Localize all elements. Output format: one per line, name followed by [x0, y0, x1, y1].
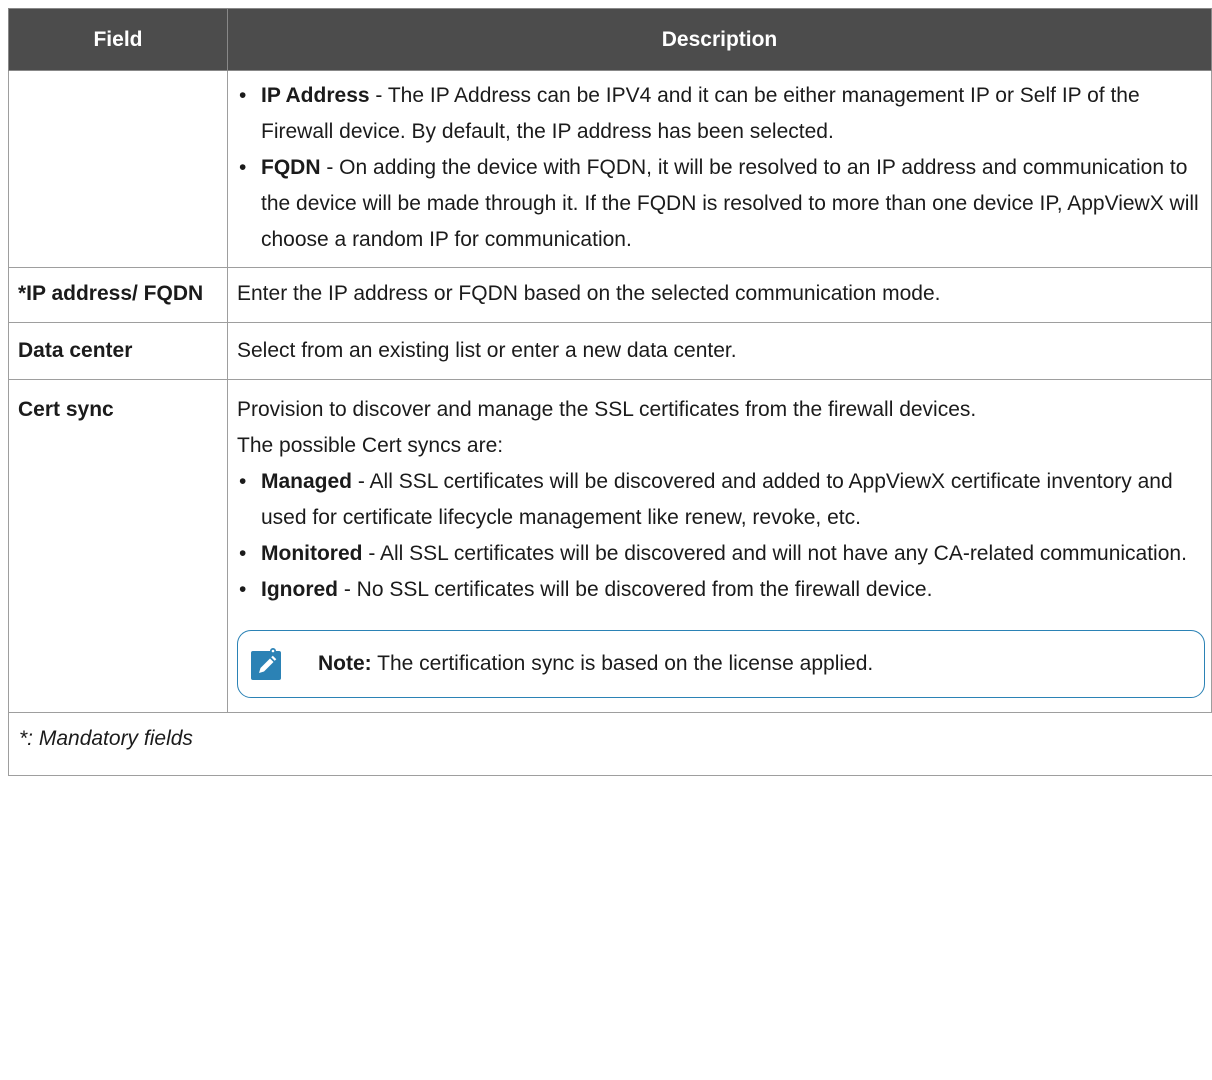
fields-table: Field Description • IP Address - The IP A…	[8, 8, 1212, 776]
field-cell: *IP address/ FQDN	[8, 267, 228, 323]
bullet-label: FQDN	[261, 156, 321, 179]
note-box: Note: The certification sync is based on…	[237, 630, 1205, 698]
bullet-text: - All SSL certificates will be discovere…	[362, 542, 1187, 565]
bullet-label: Ignored	[261, 578, 338, 601]
bullet-text: - All SSL certificates will be discovere…	[261, 470, 1173, 529]
field-cell: Cert sync	[8, 379, 228, 713]
table-header-row: Field Description	[8, 8, 1212, 71]
note-text: Note: The certification sync is based on…	[318, 646, 873, 682]
note-body: The certification sync is based on the l…	[371, 652, 874, 675]
table-footer-row: *: Mandatory fields	[8, 712, 1212, 776]
note-label: Note:	[318, 652, 372, 675]
header-field: Field	[8, 8, 228, 71]
list-item: • Managed - All SSL certificates will be …	[239, 470, 1173, 529]
bullet-label: Managed	[261, 470, 353, 493]
list-item: • FQDN - On adding the device with FQDN, …	[239, 156, 1199, 251]
bullet-text: - The IP Address can be IPV4 and it can …	[261, 84, 1140, 143]
pencil-note-icon	[251, 648, 281, 680]
header-description: Description	[227, 8, 1212, 71]
table-row: Cert sync Provision to discover and mana…	[8, 379, 1212, 713]
table-row: Data center Select from an existing list…	[8, 322, 1212, 380]
list-item: • Ignored - No SSL certificates will be d…	[239, 578, 933, 601]
bullet-label: Monitored	[261, 542, 363, 565]
description-cell: • IP Address - The IP Address can be IPV4…	[227, 70, 1212, 268]
bullet-text: - On adding the device with FQDN, it wil…	[261, 156, 1199, 251]
list-item: • Monitored - All SSL certificates will b…	[239, 542, 1187, 565]
bullet-label: IP Address	[261, 84, 370, 107]
mandatory-note: *: Mandatory fields	[8, 712, 1212, 776]
field-cell	[8, 70, 228, 268]
list-item: • IP Address - The IP Address can be IPV4…	[239, 84, 1140, 143]
bullet-text: - No SSL certificates will be discovered…	[338, 578, 933, 601]
table-row: • IP Address - The IP Address can be IPV4…	[8, 70, 1212, 268]
description-cell: Provision to discover and manage the SSL…	[227, 379, 1212, 713]
field-cell: Data center	[8, 322, 228, 380]
description-cell: Select from an existing list or enter a …	[227, 322, 1212, 380]
table-row: *IP address/ FQDN Enter the IP address o…	[8, 267, 1212, 323]
description-cell: Enter the IP address or FQDN based on th…	[227, 267, 1212, 323]
desc-line: Provision to discover and manage the SSL…	[237, 398, 977, 421]
desc-line: The possible Cert syncs are:	[237, 434, 504, 457]
